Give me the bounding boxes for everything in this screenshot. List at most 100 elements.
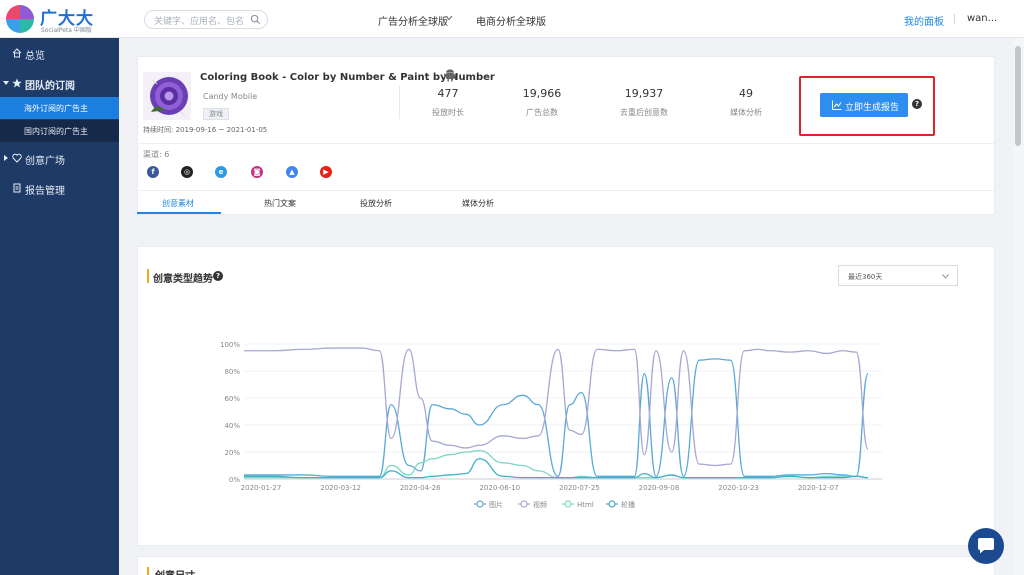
my-panel-link[interactable]: 我的面板	[904, 13, 944, 28]
duration-text: 持续时间: 2019-09-16 ~ 2021-01-05	[143, 126, 268, 134]
time-range-value: 最近360天	[848, 273, 883, 281]
x-tick-label: 2020-09-08	[639, 484, 680, 492]
help-icon[interactable]: ?	[213, 271, 223, 281]
section-title: 创意尺寸	[155, 567, 195, 575]
divider	[138, 143, 994, 144]
generate-report-button[interactable]: 立即生成报告	[820, 93, 908, 117]
nav-ecommerce-global[interactable]: 电商分析全球版	[476, 13, 546, 28]
tab-delivery-analysis[interactable]: 投放分析	[360, 198, 392, 209]
generate-report-label: 立即生成报告	[845, 103, 900, 113]
legend-label[interactable]: 视频	[533, 500, 547, 509]
legend-label[interactable]: 图片	[489, 500, 503, 509]
app-developer[interactable]: Candy Mobile	[203, 92, 257, 101]
legend-marker[interactable]	[476, 500, 484, 508]
active-tab-indicator	[137, 212, 221, 214]
stats-divider	[399, 86, 400, 119]
sidebar-item-team-subscriptions[interactable]: 团队的订阅	[0, 72, 119, 94]
y-tick-label: 100%	[220, 341, 240, 349]
section-accent	[147, 567, 149, 575]
sidebar-item-overseas-advertisers[interactable]: 海外订阅的广告主	[0, 97, 119, 119]
instagram-icon[interactable]: ◙	[251, 166, 263, 178]
caret-down-icon	[3, 81, 9, 85]
tab-creative-assets[interactable]: 创意素材	[162, 198, 194, 209]
topbar-divider	[954, 14, 955, 24]
legend-marker[interactable]	[520, 500, 528, 508]
y-tick-label: 60%	[224, 395, 240, 403]
x-tick-label: 2020-04-26	[400, 484, 441, 492]
sidebar-item-label: 团队的订阅	[25, 81, 75, 92]
y-tick-label: 20%	[224, 449, 240, 457]
search-placeholder: 关键字、应用名、包名	[154, 17, 245, 27]
divider	[138, 190, 994, 191]
facebook-icon[interactable]: f	[147, 166, 159, 178]
stat-value-media-analysis: 49	[739, 87, 753, 100]
sidebar-item-label: 创意广场	[25, 156, 65, 167]
series-line-视频[interactable]	[244, 347, 869, 467]
time-range-select[interactable]: 最近360天	[838, 265, 958, 286]
document-icon	[13, 183, 21, 193]
rose-image	[143, 72, 191, 120]
heart-icon	[12, 153, 22, 163]
stat-value-unique-creatives: 19,937	[624, 87, 664, 100]
stat-label-delivery-days: 投放时长	[432, 108, 464, 117]
legend-label[interactable]: Html	[577, 501, 594, 509]
stat-value-delivery-days: 477	[437, 87, 459, 100]
x-tick-label: 2020-07-25	[559, 484, 600, 492]
creative-size-card	[137, 556, 995, 575]
android-icon	[444, 69, 456, 82]
channel-count: 渠道: 6	[143, 150, 170, 159]
x-tick-label: 2020-01-27	[241, 484, 282, 492]
caret-right-icon	[4, 155, 8, 161]
y-tick-label: 40%	[224, 422, 240, 430]
home-icon	[12, 48, 22, 58]
sidebar-item-domestic-advertisers[interactable]: 国内订阅的广告主	[0, 120, 119, 142]
chevron-down-icon	[942, 274, 949, 279]
x-tick-label: 2020-12-07	[798, 484, 839, 492]
brand-logo[interactable]	[6, 5, 34, 33]
stat-value-total-ads: 19,966	[522, 87, 562, 100]
brand-subtitle: SocialPeta 中国版	[41, 27, 92, 34]
legend-label[interactable]: 轮播	[621, 500, 635, 509]
x-tick-label: 2020-06-10	[479, 484, 520, 492]
stat-label-unique-creatives: 去重后创意数	[620, 108, 668, 117]
google-ads-icon[interactable]: ▲	[286, 166, 298, 178]
tab-media-analysis[interactable]: 媒体分析	[462, 198, 494, 209]
x-tick-label: 2020-03-12	[320, 484, 361, 492]
sidebar-item-label: 海外订阅的广告主	[24, 104, 88, 113]
chart-icon	[832, 100, 842, 110]
series-line-图片[interactable]	[243, 358, 869, 477]
app-thumbnail[interactable]	[143, 72, 191, 120]
star-icon	[12, 78, 22, 88]
sidebar-item-overview[interactable]: 总览	[0, 42, 119, 64]
chat-icon	[978, 538, 994, 554]
tab-hot-copy[interactable]: 热门文案	[264, 198, 296, 209]
audience-network-icon[interactable]: e	[215, 166, 227, 178]
stat-label-total-ads: 广告总数	[526, 108, 558, 117]
sidebar-item-label: 国内订阅的广告主	[24, 127, 88, 136]
category-tag: 游戏	[203, 108, 229, 120]
user-menu[interactable]: wan...	[967, 13, 997, 24]
messenger-icon[interactable]: ◎	[181, 166, 193, 178]
scrollbar-thumb[interactable]	[1015, 46, 1021, 146]
y-tick-label: 80%	[224, 368, 240, 376]
youtube-icon[interactable]: ▶	[320, 166, 332, 178]
search-icon[interactable]	[250, 14, 261, 25]
chevron-down-icon[interactable]	[445, 15, 453, 21]
stat-label-media-analysis: 媒体分析	[730, 108, 762, 117]
section-title: 创意类型趋势	[153, 274, 213, 285]
sidebar-item-label: 报告管理	[25, 186, 65, 197]
chat-button[interactable]	[968, 528, 1004, 564]
sidebar-item-label: 总览	[25, 51, 45, 62]
search-input[interactable]: 关键字、应用名、包名	[144, 10, 268, 29]
help-icon[interactable]: ?	[912, 99, 922, 109]
legend-marker[interactable]	[564, 500, 572, 508]
nav-ad-analysis-global[interactable]: 广告分析全球版	[378, 13, 448, 28]
sidebar-item-report-management[interactable]: 报告管理	[0, 177, 119, 199]
creative-type-trend-chart[interactable]: 0% 20% 40% 60% 80% 100% 2020-01-27 2020-03-12 20…	[218, 336, 898, 516]
x-tick-label: 2020-10-23	[718, 484, 759, 492]
y-tick-label: 0%	[229, 476, 240, 484]
legend-marker[interactable]	[608, 500, 616, 508]
series-line-Html[interactable]	[244, 449, 869, 479]
section-accent	[147, 269, 149, 283]
sidebar-item-creative-plaza[interactable]: 创意广场	[0, 147, 119, 169]
